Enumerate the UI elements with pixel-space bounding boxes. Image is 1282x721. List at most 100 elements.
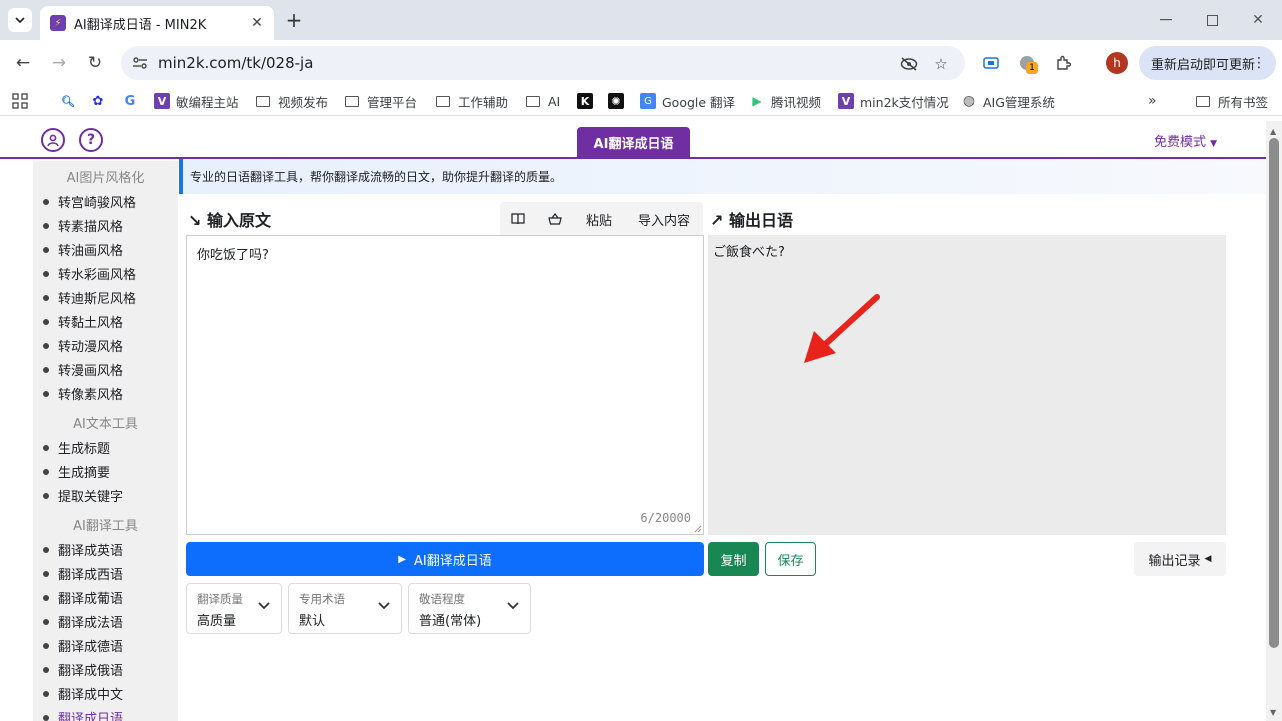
import-button[interactable]: 导入内容: [630, 205, 698, 233]
bookmark-label: AIG管理系统: [983, 94, 1055, 110]
update-button[interactable]: 重新启动即可更新 ⋮: [1139, 46, 1276, 80]
back-arrow-icon[interactable]: ←: [11, 51, 35, 75]
mode-dropdown[interactable]: 免费模式 ▼: [1154, 131, 1217, 150]
maximize-window-icon[interactable]: [1200, 8, 1224, 32]
bookmark-item[interactable]: G Google 翻译: [640, 92, 735, 110]
page-header: ? AI翻译成日语 免费模式 ▼: [0, 121, 1266, 159]
source-textarea[interactable]: 你吃饭了吗? 6/20000: [186, 235, 704, 535]
all-bookmarks-folder[interactable]: 所有书签: [1196, 92, 1268, 110]
translate-label: AI翻译成日语: [413, 553, 492, 569]
sidebar-item[interactable]: 转动漫风格: [43, 336, 123, 355]
sidebar-item[interactable]: 翻译成德语: [43, 636, 123, 655]
output-text: ご飯食べた?: [713, 245, 785, 260]
history-button[interactable]: 输出记录 ◀: [1134, 542, 1226, 576]
sidebar-category: AI翻译工具: [73, 519, 138, 534]
address-bar[interactable]: min2k.com/tk/028-ja ☆: [121, 46, 965, 80]
help-icon[interactable]: ?: [79, 128, 103, 152]
minimize-window-icon[interactable]: [1154, 8, 1178, 32]
basket-icon[interactable]: [542, 205, 568, 233]
save-button[interactable]: 保存: [765, 542, 816, 576]
sidebar-item[interactable]: 翻译成法语: [43, 612, 123, 631]
caret-down-icon: ▼: [1210, 139, 1218, 149]
bookmark-item[interactable]: ▶ 腾讯视频: [749, 92, 821, 110]
output-title-text: 输出日语: [728, 211, 793, 230]
site-favicon-icon: ⚡: [50, 15, 66, 31]
book-icon[interactable]: [505, 205, 531, 233]
sidebar-item[interactable]: 翻译成中文: [43, 684, 123, 703]
openai-bookmark-icon[interactable]: ✺: [608, 92, 630, 110]
bookmark-label: 视频发布: [278, 94, 329, 110]
bookmark-label: 工作辅助: [458, 94, 509, 110]
sidebar-item[interactable]: 翻译成俄语: [43, 660, 123, 679]
extension-icon[interactable]: 1: [1016, 52, 1038, 74]
more-bookmarks-icon[interactable]: »: [1148, 92, 1157, 110]
select-label: 翻译质量: [197, 592, 243, 606]
sidebar-item[interactable]: 转黏土风格: [43, 312, 123, 331]
page-title-tab[interactable]: AI翻译成日语: [577, 127, 690, 158]
reload-icon[interactable]: ↻: [83, 51, 107, 75]
sidebar-item[interactable]: 翻译成西语: [43, 564, 123, 583]
bookmark-item[interactable]: Vmin2k支付情况: [838, 92, 949, 110]
resize-handle-icon[interactable]: [694, 525, 702, 533]
bookmark-label: 所有书签: [1218, 94, 1269, 110]
star-icon[interactable]: ☆: [931, 54, 951, 74]
k-logo-icon: K: [577, 93, 593, 109]
sidebar-item[interactable]: 翻译成葡语: [43, 588, 123, 607]
bookmark-folder[interactable]: 管理平台: [345, 92, 417, 110]
bookmarks-bar: 🔍︎ ✿ G V 敏编程主站 视频发布 管理平台 工作辅助 AI K ✺ G Goo…: [0, 86, 1282, 116]
sidebar-item[interactable]: 转素描风格: [43, 216, 123, 235]
sidebar-item[interactable]: 转漫画风格: [43, 360, 123, 379]
bookmark-label: 腾讯视频: [771, 94, 822, 110]
cast-icon[interactable]: [980, 52, 1002, 74]
profile-avatar[interactable]: h: [1106, 52, 1128, 74]
forward-arrow-icon[interactable]: →: [47, 51, 71, 75]
page-scrollbar[interactable]: ▲ ▼: [1266, 121, 1282, 721]
tab-close-icon[interactable]: ✕: [248, 14, 266, 32]
sidebar-item[interactable]: 提取关键字: [43, 486, 123, 505]
bookmark-folder[interactable]: AI: [526, 92, 560, 110]
sidebar-item[interactable]: 生成摘要: [43, 462, 110, 481]
copy-button[interactable]: 复制: [708, 542, 759, 576]
bookmark-item[interactable]: V 敏编程主站: [154, 92, 239, 110]
user-icon[interactable]: [41, 128, 65, 152]
new-tab-button[interactable]: +: [283, 8, 305, 32]
search-bookmark-icon[interactable]: 🔍︎: [60, 92, 82, 110]
eye-off-icon[interactable]: [899, 54, 919, 74]
sidebar-item[interactable]: 翻译成英语: [43, 540, 123, 559]
select-value: 高质量: [197, 614, 237, 629]
bookmark-folder[interactable]: 视频发布: [256, 92, 328, 110]
bookmark-folder[interactable]: 工作辅助: [436, 92, 508, 110]
bookmark-item[interactable]: ◍ AIG管理系统: [961, 92, 1055, 110]
site-settings-icon[interactable]: [131, 54, 149, 72]
scroll-up-icon[interactable]: ▲: [1270, 127, 1276, 136]
browser-tab-active[interactable]: ⚡ AI翻译成日语 - MIN2K ✕: [40, 6, 274, 40]
sidebar-item-active[interactable]: 翻译成日语: [43, 708, 123, 721]
sidebar-item[interactable]: 转像素风格: [43, 384, 123, 403]
more-vert-icon: ⋮: [1252, 55, 1266, 71]
terminology-select[interactable]: 专用术语 默认: [288, 583, 402, 634]
puzzle-glyph: [1057, 55, 1071, 70]
honorific-select[interactable]: 敬语程度 普通(常体): [408, 583, 531, 634]
sidebar-item[interactable]: 转宫崎骏风格: [43, 192, 136, 211]
sidebar-item[interactable]: 转水彩画风格: [43, 264, 136, 283]
scroll-down-icon[interactable]: ▼: [1270, 708, 1276, 717]
sidebar-category: AI图片风格化: [66, 171, 145, 186]
apps-grid-icon[interactable]: [12, 92, 28, 110]
google-bookmark-icon[interactable]: G: [122, 92, 144, 110]
k-bookmark-icon[interactable]: K: [577, 92, 599, 110]
translate-button[interactable]: ▶ AI翻译成日语: [186, 542, 704, 576]
paw-bookmark-icon[interactable]: ✿: [90, 92, 112, 110]
paste-button[interactable]: 粘贴: [578, 205, 620, 233]
scrollbar-thumb[interactable]: [1269, 138, 1279, 648]
quality-select[interactable]: 翻译质量 高质量: [186, 583, 282, 634]
output-textarea[interactable]: ご飯食べた?: [708, 235, 1226, 535]
sidebar-item[interactable]: 转迪斯尼风格: [43, 288, 136, 307]
sidebar-item[interactable]: 转油画风格: [43, 240, 123, 259]
tab-search-button[interactable]: [8, 8, 32, 32]
puzzle-icon[interactable]: [1052, 52, 1074, 74]
sidebar-item[interactable]: 生成标题: [43, 438, 110, 457]
close-window-icon[interactable]: ✕: [1246, 8, 1270, 32]
v-logo-icon: V: [154, 93, 170, 109]
folder-icon: [526, 95, 540, 107]
book-glyph: [511, 213, 525, 225]
